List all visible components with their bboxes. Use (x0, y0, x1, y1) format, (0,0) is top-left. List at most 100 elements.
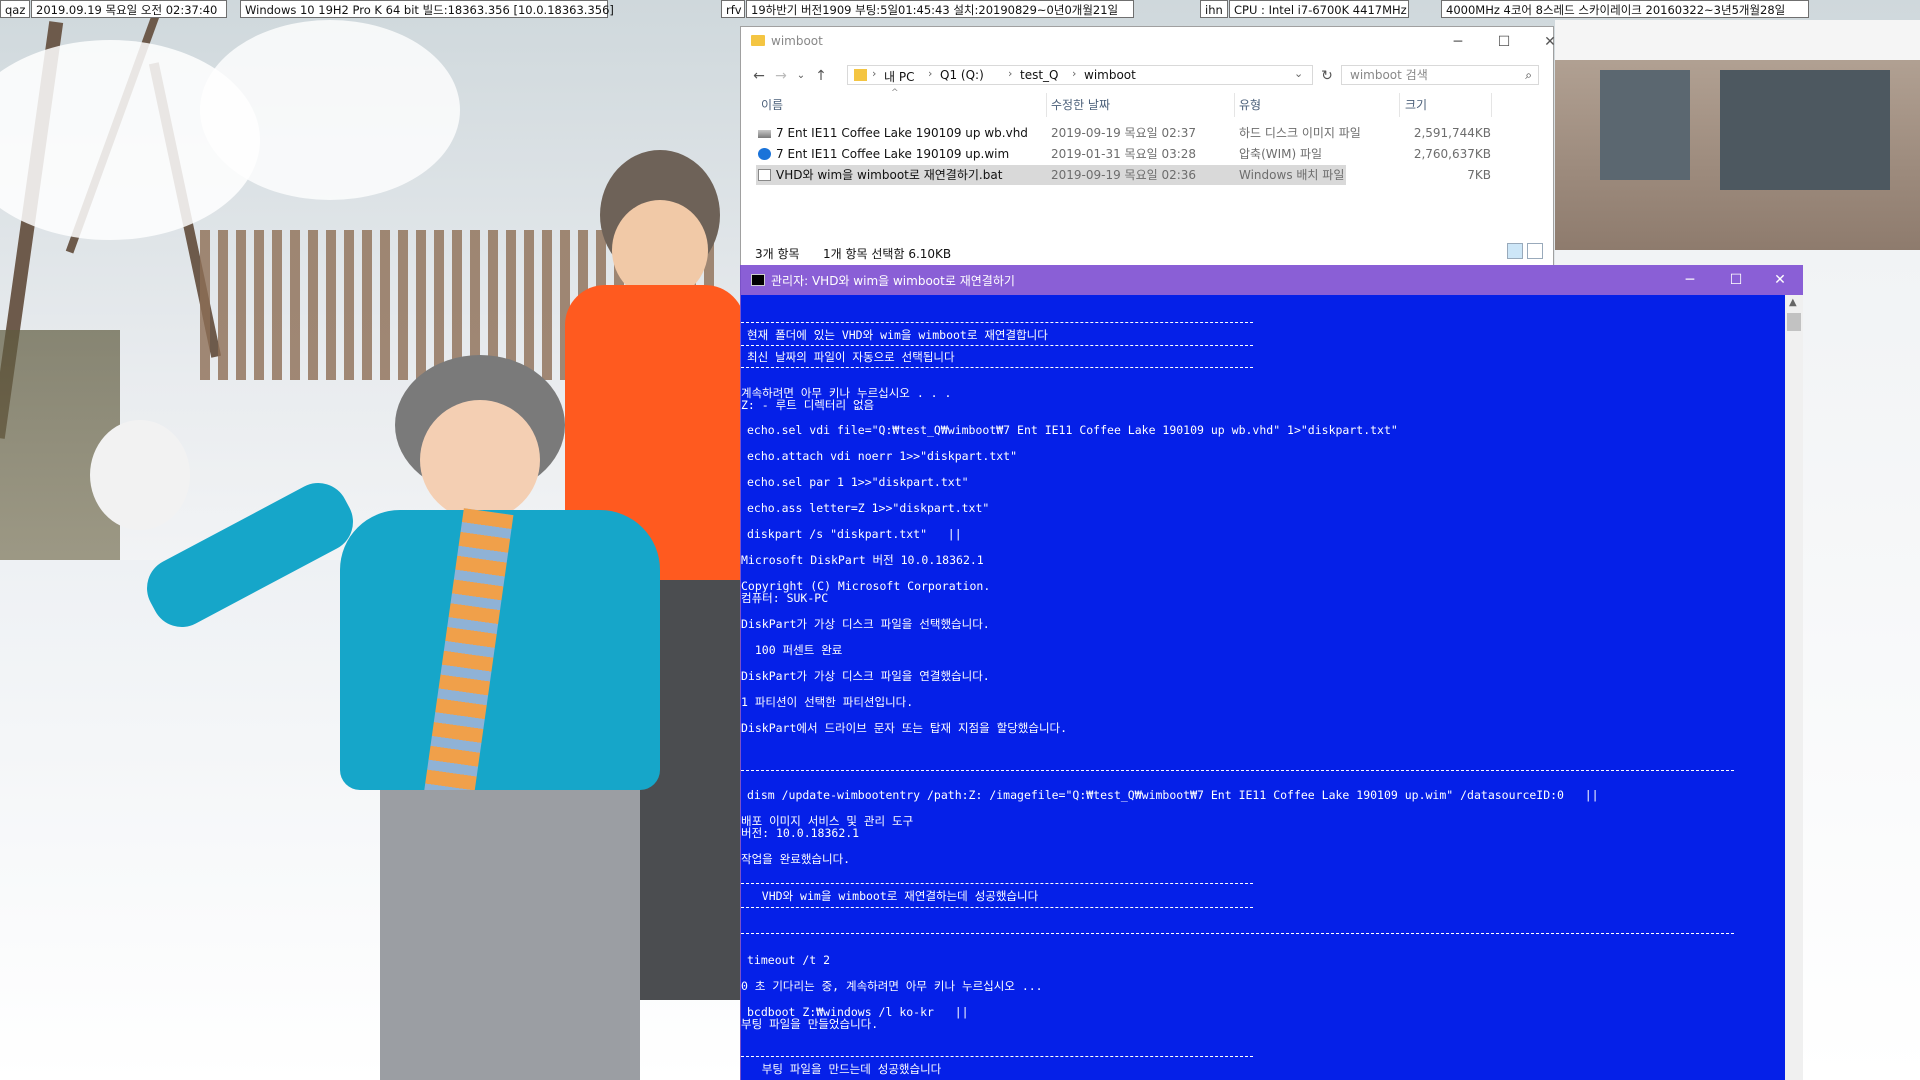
column-divider[interactable] (1234, 93, 1235, 117)
console-line: 현재 폴더에 있는 VHD와 wim을 wimboot로 재연결합니다 (747, 328, 1048, 342)
scrollbar-thumb[interactable] (1787, 313, 1801, 331)
wallpaper-girl-pants (380, 790, 640, 1080)
file-row[interactable]: 7 Ent IE11 Coffee Lake 190109 up wb.vhd … (756, 123, 1491, 143)
column-divider[interactable] (1399, 93, 1400, 117)
minimize-button[interactable]: ─ (1667, 265, 1713, 295)
separator-line (741, 1056, 1253, 1057)
info-cpu: CPU : Intel i7-6700K 4417MHz (1229, 0, 1409, 18)
bat-file-icon (758, 169, 771, 181)
console-line: 부팅 파일을 만들었습니다. (741, 1017, 879, 1031)
info-label: rfv (721, 0, 745, 18)
column-header-name[interactable]: 이름 (761, 93, 783, 117)
file-name: VHD와 wim을 wimboot로 재연결하기.bat (776, 168, 1003, 182)
vhd-file-icon (758, 130, 771, 138)
refresh-icon[interactable]: ↻ (1317, 67, 1337, 85)
wallpaper-snow (200, 20, 460, 200)
recent-locations-icon[interactable]: ⌄ (791, 67, 811, 85)
console-line: echo.ass letter=Z 1>>"diskpart.txt" (747, 501, 990, 515)
file-type: 하드 디스크 이미지 파일 (1239, 126, 1361, 140)
chevron-down-icon[interactable]: ⌄ (1294, 67, 1303, 80)
cmd-app-icon (751, 274, 765, 286)
console-line: diskpart /s "diskpart.txt" || (747, 527, 962, 541)
minimize-button[interactable]: ─ (1435, 27, 1481, 57)
search-icon: ⌕ (1525, 68, 1532, 82)
breadcrumb-item[interactable]: 내 PC (884, 68, 914, 85)
console-line: Z: - 루트 디렉터리 없음 (741, 398, 875, 412)
vertical-scrollbar[interactable]: ▲ (1785, 295, 1803, 1080)
console-line: VHD와 wim을 wimboot로 재연결하는데 성공했습니다 (741, 889, 1039, 903)
console-line: 최신 날짜의 파일이 자동으로 선택됩니다 (747, 350, 955, 364)
info-os-version: Windows 10 19H2 Pro K 64 bit 빌드:18363.35… (240, 0, 614, 18)
cmd-titlebar[interactable]: 관리자: VHD와 wim을 wimboot로 재연결하기 ─ ☐ ✕ (741, 265, 1803, 295)
separator-line (741, 345, 1253, 346)
console-line: timeout /t 2 (747, 953, 831, 967)
column-divider[interactable] (1046, 93, 1047, 117)
folder-icon (751, 35, 765, 46)
file-row[interactable]: 7 Ent IE11 Coffee Lake 190109 up.wim 201… (756, 144, 1491, 164)
up-arrow-icon[interactable]: ↑ (811, 67, 831, 85)
forward-arrow-icon[interactable]: → (771, 67, 791, 85)
info-cpu-details: 4000MHz 4코어 8스레드 스카이레이크 20160322~3년5개월28… (1441, 0, 1809, 18)
console-line: DiskPart에서 드라이브 문자 또는 탑재 지점을 할당했습니다. (741, 721, 1068, 735)
cmd-title: 관리자: VHD와 wim을 wimboot로 재연결하기 (771, 274, 1015, 288)
address-bar[interactable]: › 내 PC › Q1 (Q:) › test_Q › wimboot ⌄ (847, 65, 1313, 85)
breadcrumb-item[interactable]: wimboot (1084, 68, 1136, 82)
console-line: 1 파티션이 선택한 파티션입니다. (741, 695, 914, 709)
chevron-right-icon: › (928, 67, 933, 80)
scroll-up-icon[interactable]: ▲ (1789, 297, 1797, 308)
sort-ascending-icon: ^ (891, 88, 899, 98)
file-size: 7KB (1467, 168, 1491, 182)
close-button[interactable]: ✕ (1757, 265, 1803, 295)
separator-line (741, 770, 1734, 771)
console-line: 100 퍼센트 완료 (741, 643, 843, 657)
separator-line (741, 883, 1253, 884)
back-arrow-icon[interactable]: ← (749, 67, 769, 85)
breadcrumb-item[interactable]: Q1 (Q:) (940, 68, 984, 82)
file-date: 2019-01-31 목요일 03:28 (1051, 147, 1197, 161)
info-label: ihn (1200, 0, 1228, 18)
wallpaper-window (1600, 70, 1690, 180)
details-view-icon[interactable] (1507, 243, 1523, 259)
breadcrumb-item[interactable]: test_Q (1020, 68, 1059, 82)
console-line: DiskPart가 가상 디스크 파일을 연결했습니다. (741, 669, 990, 683)
status-item-count: 3개 항목 (755, 247, 800, 261)
console-line: 0 초 기다리는 중, 계속하려면 아무 키나 누르십시오 ... (741, 979, 1043, 993)
console-line: echo.sel par 1 1>>"diskpart.txt" (747, 475, 969, 489)
wim-file-icon (758, 148, 771, 160)
maximize-button[interactable]: ☐ (1481, 27, 1527, 57)
status-selection: 1개 항목 선택함 6.10KB (823, 247, 952, 261)
explorer-titlebar[interactable]: wimboot ─ ☐ ✕ (741, 27, 1556, 57)
info-boot-uptime: 19하반기 버전1909 부팅:5일01:45:43 설치:20190829~0… (746, 0, 1134, 18)
explorer-title: wimboot (771, 34, 823, 48)
separator-line (741, 367, 1253, 368)
console-line: 작업을 완료했습니다. (741, 852, 851, 866)
console-line: Microsoft DiskPart 버전 10.0.18362.1 (741, 553, 984, 567)
chevron-right-icon: › (1072, 67, 1077, 80)
column-header-type[interactable]: 유형 (1239, 93, 1261, 117)
console-output[interactable]: 현재 폴더에 있는 VHD와 wim을 wimboot로 재연결합니다 최신 날… (741, 295, 1785, 1080)
file-date: 2019-09-19 목요일 02:36 (1051, 168, 1197, 182)
maximize-button[interactable]: ☐ (1713, 265, 1759, 295)
console-line: 버전: 10.0.18362.1 (741, 826, 860, 840)
console-line: echo.sel vdi file="Q:₩test_Q₩wimboot₩7 E… (747, 423, 1398, 437)
wallpaper-window (1720, 70, 1890, 190)
file-row-selected[interactable]: VHD와 wim을 wimboot로 재연결하기.bat 2019-09-19 … (756, 165, 1491, 185)
explorer-address-row: ← → ⌄ ↑ › 내 PC › Q1 (Q:) › test_Q › wimb… (741, 63, 1553, 89)
info-datetime: 2019.09.19 목요일 오전 02:37:40 (31, 0, 227, 18)
large-icons-view-icon[interactable] (1527, 243, 1543, 259)
wallpaper-roof-snow (1555, 20, 1920, 60)
separator-line (741, 933, 1734, 934)
column-header-date[interactable]: 수정한 날짜 (1051, 93, 1110, 117)
column-header-size[interactable]: 크기 (1405, 93, 1427, 117)
file-date: 2019-09-19 목요일 02:37 (1051, 126, 1197, 140)
close-button[interactable]: ✕ (1527, 27, 1573, 57)
search-input[interactable]: wimboot 검색 ⌕ (1341, 65, 1539, 85)
console-line: dism /update-wimbootentry /path:Z: /imag… (747, 788, 1599, 802)
info-label: qaz (0, 0, 30, 18)
column-divider[interactable] (1491, 93, 1492, 117)
file-size: 2,591,744KB (1413, 126, 1491, 140)
system-info-bar: qaz 2019.09.19 목요일 오전 02:37:40 Windows 1… (0, 0, 1920, 20)
wallpaper-girl-face (420, 400, 540, 520)
folder-icon (854, 69, 867, 81)
chevron-right-icon: › (872, 67, 877, 80)
